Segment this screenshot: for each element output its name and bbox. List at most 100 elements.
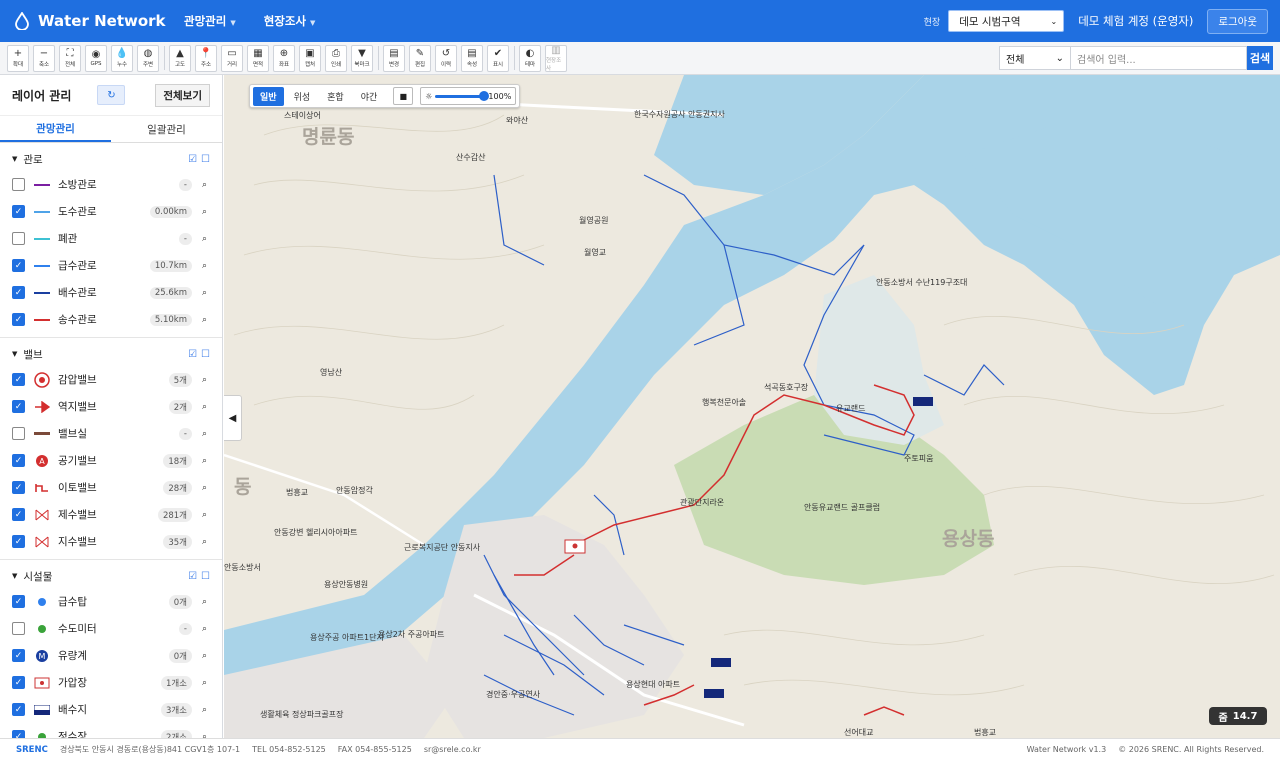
toolbar-button-group3-3[interactable]: ▤ 속성 <box>461 44 483 72</box>
menu-field-survey[interactable]: 현장조사 ▼ <box>264 13 316 29</box>
app-logo[interactable]: Water Network <box>14 12 184 30</box>
layer-checkbox[interactable]: ✓ <box>12 676 25 689</box>
zoom-to-layer-icon[interactable]: ⌕ <box>202 510 210 520</box>
toolbar-button-group4-0[interactable]: ◐ 테마 <box>519 44 541 72</box>
toolbar-button-group3-0[interactable]: ▤ 변경 <box>383 44 405 72</box>
zoom-to-layer-icon[interactable]: ⌕ <box>202 705 210 715</box>
layer-checkbox[interactable] <box>12 622 25 635</box>
toolbar-button-group2-7[interactable]: ▼ 북마크 <box>351 44 373 72</box>
layer-checkbox[interactable]: ✓ <box>12 730 25 738</box>
toolbar-button-group3-1[interactable]: ✎ 편집 <box>409 44 431 72</box>
deselect-all-icon[interactable]: ☐ <box>201 154 210 165</box>
layer-checkbox[interactable]: ✓ <box>12 286 25 299</box>
collapse-panel-button[interactable]: ◀ <box>224 395 242 441</box>
map-view[interactable]: 명륜동 용상동 동 스테이상어 와야산 한국수자원공사 안동권지사 산수갑산 월영공원 월… <box>224 75 1280 738</box>
deselect-all-icon[interactable]: ☐ <box>201 349 210 360</box>
tab-network-management[interactable]: 관망관리 <box>0 116 111 142</box>
toolbar-button-group2-6[interactable]: ⎙ 인쇄 <box>325 44 347 72</box>
toolbar-button-group1-0[interactable]: + 확대 <box>7 44 29 72</box>
layer-group-header[interactable]: ▼ 밸브 ☑ ☐ <box>0 342 222 366</box>
zoom-to-layer-icon[interactable]: ⌕ <box>202 261 210 271</box>
toolbar-button-group1-1[interactable]: − 축소 <box>33 44 55 72</box>
search-input[interactable]: 검색어 입력... <box>1071 46 1247 70</box>
layer-checkbox[interactable]: ✓ <box>12 259 25 272</box>
zoom-to-layer-icon[interactable]: ⌕ <box>202 456 210 466</box>
site-select[interactable]: 데모 시범구역 ⌄ <box>948 10 1065 32</box>
layer-checkbox[interactable] <box>12 427 25 440</box>
toolbar-button-group1-3[interactable]: ◉ GPS <box>85 44 107 72</box>
logout-button[interactable]: 로그아웃 <box>1207 8 1268 34</box>
deselect-all-icon[interactable]: ☐ <box>201 571 210 582</box>
toolbar-button-group1-2[interactable]: ⛶ 전체 <box>59 44 81 72</box>
toolbar-button-group2-4[interactable]: ⊕ 좌표 <box>273 44 295 72</box>
refresh-icon: ↻ <box>107 89 116 101</box>
layer-count-badge: 0개 <box>168 648 192 663</box>
layer-checkbox[interactable]: ✓ <box>12 205 25 218</box>
layer-item-label: 밸브실 <box>58 428 87 440</box>
slider-handle[interactable] <box>479 90 490 101</box>
map-canvas[interactable]: 명륜동 용상동 동 스테이상어와야산 한국수자원공사 안동권지사산수갑산월영공원월… <box>224 75 1280 738</box>
zoom-to-layer-icon[interactable]: ⌕ <box>202 234 210 244</box>
search-button[interactable]: 검색 <box>1247 46 1273 70</box>
zoom-to-layer-icon[interactable]: ⌕ <box>202 288 210 298</box>
zoom-to-layer-icon[interactable]: ⌕ <box>202 678 210 688</box>
toolbar-button-group1-5[interactable]: ◍ 주변 <box>137 44 159 72</box>
toolbar-button-group2-3[interactable]: ▦ 면적 <box>247 44 269 72</box>
menu-network-management[interactable]: 관망관리 ▼ <box>184 13 236 29</box>
map-type-normal[interactable]: 일반 <box>253 86 284 106</box>
zoom-to-layer-icon[interactable]: ⌕ <box>202 375 210 385</box>
map-type-satellite[interactable]: 위성 <box>287 87 318 106</box>
layer-group-header[interactable]: ▼ 시설물 ☑ ☐ <box>0 564 222 588</box>
layer-checkbox[interactable]: ✓ <box>12 454 25 467</box>
refresh-button[interactable]: ↻ <box>97 85 126 105</box>
layer-checkbox[interactable]: ✓ <box>12 313 25 326</box>
zoom-to-layer-icon[interactable]: ⌕ <box>202 315 210 325</box>
toolbar-button-group2-1[interactable]: 📍 주소 <box>195 44 217 72</box>
layer-checkbox[interactable]: ✓ <box>12 508 25 521</box>
select-all-icon[interactable]: ☑ <box>188 154 197 165</box>
layer-checkbox[interactable]: ✓ <box>12 595 25 608</box>
toolbar-button-group3-4[interactable]: ✔ 표시 <box>487 44 509 72</box>
zoom-to-layer-icon[interactable]: ⌕ <box>202 402 210 412</box>
map-type-hybrid[interactable]: 혼합 <box>320 87 351 106</box>
check-valve-icon <box>32 400 52 414</box>
zoom-to-layer-icon[interactable]: ⌕ <box>202 624 210 634</box>
toolbar-button-group3-2[interactable]: ↺ 이력 <box>435 44 457 72</box>
zoom-to-layer-icon[interactable]: ⌕ <box>202 597 210 607</box>
show-all-button[interactable]: 전체보기 <box>155 83 210 107</box>
layer-checkbox[interactable]: ✓ <box>12 481 25 494</box>
layer-checkbox[interactable]: ✓ <box>12 649 25 662</box>
zoom-to-layer-icon[interactable]: ⌕ <box>202 537 210 547</box>
toolbar-button-group2-0[interactable]: ▲ 고도 <box>169 44 191 72</box>
layer-checkbox[interactable]: ✓ <box>12 703 25 716</box>
zoom-to-layer-icon[interactable]: ⌕ <box>202 180 210 190</box>
stop-button[interactable]: ■ <box>393 87 414 105</box>
select-all-icon[interactable]: ☑ <box>188 349 197 360</box>
opacity-slider[interactable] <box>435 90 490 101</box>
search-scope-select[interactable]: 전체 ⌄ <box>999 46 1071 70</box>
zoom-to-layer-icon[interactable]: ⌕ <box>202 483 210 493</box>
place-label: 주토피움 <box>904 454 933 463</box>
layer-checkbox[interactable] <box>12 232 25 245</box>
tab-bulk-management[interactable]: 일괄관리 <box>111 116 222 142</box>
map-type-night[interactable]: 야간 <box>354 87 385 106</box>
toolbar-group-measure: ▲ 고도 📍 주소 ▭ 거리 ▦ 면적 ⊕ 좌표 ▣ 캡처 ⎙ 인쇄 ▼ 북마크 <box>169 44 377 72</box>
toolbar-button-label: 인쇄 <box>330 62 342 68</box>
layer-checkbox[interactable] <box>12 178 25 191</box>
select-all-icon[interactable]: ☑ <box>188 571 197 582</box>
toolbar-button-group1-4[interactable]: 💧 누수 <box>111 44 133 72</box>
toolbar-button-group2-5[interactable]: ▣ 캡처 <box>299 44 321 72</box>
toolbar-group-theme: ◐ 테마 ▥ 현장조사 <box>519 44 571 72</box>
layer-checkbox[interactable]: ✓ <box>12 535 25 548</box>
zoom-to-layer-icon[interactable]: ⌕ <box>202 429 210 439</box>
zoom-to-layer-icon[interactable]: ⌕ <box>202 651 210 661</box>
toolbar-button-group4-1[interactable]: ▥ 현장조사 <box>545 44 567 72</box>
header-right: 현장 데모 시범구역 ⌄ 데모 체험 계정 (운영자) 로그아웃 <box>924 8 1268 34</box>
layer-group-header[interactable]: ▼ 관로 ☑ ☐ <box>0 147 222 171</box>
layer-checkbox[interactable]: ✓ <box>12 400 25 413</box>
toolbar-button-label: 좌표 <box>278 62 290 68</box>
layer-item-label: 유량계 <box>58 650 87 662</box>
zoom-to-layer-icon[interactable]: ⌕ <box>202 207 210 217</box>
layer-checkbox[interactable]: ✓ <box>12 373 25 386</box>
toolbar-button-group2-2[interactable]: ▭ 거리 <box>221 44 243 72</box>
